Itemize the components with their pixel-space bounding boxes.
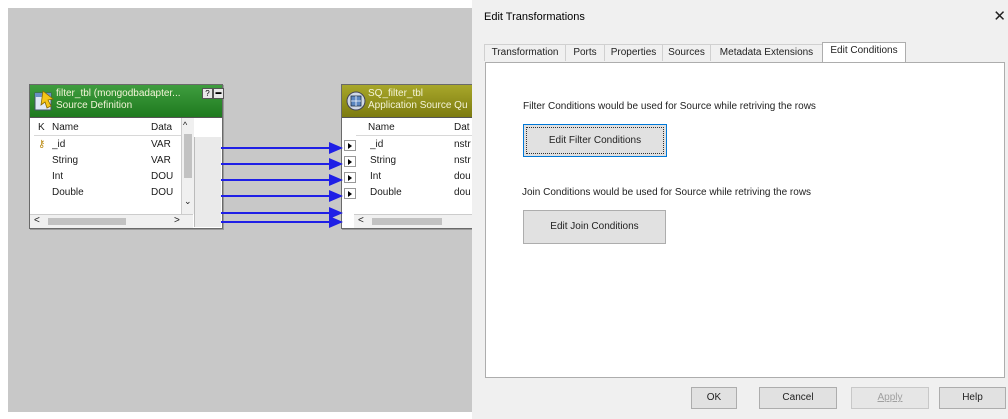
apply-button: Apply: [851, 387, 929, 409]
tab-edit-conditions[interactable]: Edit Conditions: [822, 42, 906, 62]
port-links: [221, 142, 343, 228]
mapping-canvas[interactable]: filter_tbl (mongodbadapter... Source Def…: [8, 8, 473, 412]
edit-filter-conditions-button[interactable]: Edit Filter Conditions: [523, 124, 667, 157]
help-button[interactable]: Help: [939, 387, 1006, 409]
dialog-title: Edit Transformations: [484, 11, 585, 23]
ok-button[interactable]: OK: [691, 387, 737, 409]
edit-conditions-panel: Filter Conditions would be used for Sour…: [485, 62, 1005, 378]
close-icon[interactable]: ✕: [993, 7, 1006, 25]
tab-sources[interactable]: Sources: [662, 44, 711, 61]
join-conditions-description: Join Conditions would be used for Source…: [522, 187, 812, 198]
tab-transformation[interactable]: Transformation: [484, 44, 566, 61]
tab-properties[interactable]: Properties: [604, 44, 663, 61]
filter-conditions-description: Filter Conditions would be used for Sour…: [523, 101, 816, 112]
tab-metadata-extensions[interactable]: Metadata Extensions: [710, 44, 823, 61]
tab-ports[interactable]: Ports: [565, 44, 605, 61]
edit-transformations-dialog[interactable]: Edit Transformations ✕ Transformation Po…: [472, 0, 1008, 419]
cancel-button[interactable]: Cancel: [759, 387, 837, 409]
edit-join-conditions-button[interactable]: Edit Join Conditions: [523, 210, 666, 244]
